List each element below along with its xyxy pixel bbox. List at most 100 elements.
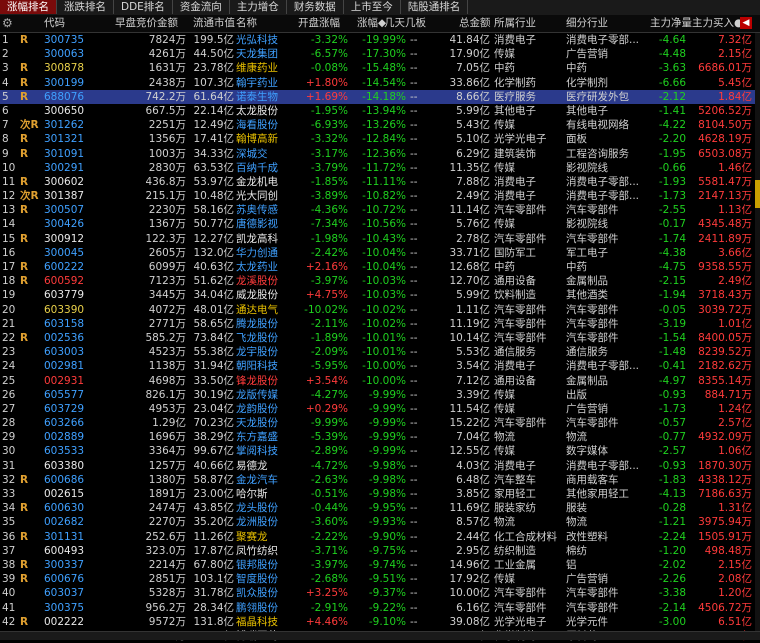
tab-3[interactable]: 资金流向 bbox=[173, 0, 230, 14]
table-row[interactable]: 10 300291 2830万 63.53亿 百纳千成 -3.79% -11.72% -- 11… bbox=[0, 161, 760, 175]
table-row[interactable]: 41 300375 956.2万 28.34亿 鹏翎股份 -2.91% -9.22% -- 6.… bbox=[0, 601, 760, 615]
scrollbar[interactable] bbox=[755, 33, 760, 631]
table-row[interactable]: 28 603266 1.29亿 70.23亿 天龙股份 -9.99% -9.99% -- 15.… bbox=[0, 416, 760, 430]
table-row[interactable]: 33 002615 1891万 23.00亿 哈尔斯 -0.51% -9.98% -- 3.85… bbox=[0, 487, 760, 501]
row-mcap: 23.00亿 bbox=[193, 488, 234, 500]
table-row[interactable]: 32 R 600686 1380万 58.87亿 金龙汽车 -2.63% -9.98% -- 6.… bbox=[0, 473, 760, 487]
table-row[interactable]: 1 R 300735 7824万 199.5亿 光弘科技 -3.32% -19.99% -- 41… bbox=[0, 33, 760, 47]
row-net: -2.26 bbox=[658, 573, 686, 586]
table-row[interactable]: 6 300650 667.5万 22.14亿 太龙股份 -1.95% -13.94% -- 5.… bbox=[0, 104, 760, 118]
table-row[interactable]: 5 R 688076 742.2万 61.64亿 诺泰生物 +1.69% -14.18% -- 8… bbox=[0, 89, 760, 104]
tab-5[interactable]: 财务数据 bbox=[287, 0, 344, 14]
row-tag: R bbox=[20, 473, 29, 486]
row-total: 11.69亿 bbox=[449, 502, 490, 515]
tab-1[interactable]: 涨跌排名 bbox=[57, 0, 114, 14]
table-row[interactable]: 38 R 300337 2214万 67.80亿 银邦股份 -3.97% -9.74% -- 14… bbox=[0, 558, 760, 572]
row-name: 智度股份 bbox=[236, 573, 278, 586]
table-row[interactable]: 21 603158 2771万 58.65亿 腾龙股份 -2.11% -10.02% -- 11… bbox=[0, 317, 760, 331]
row-buy: 8239.52万 bbox=[698, 346, 752, 359]
table-row[interactable]: 40 603037 5328万 31.78亿 凯众股份 +3.25% -9.37% -- 10.… bbox=[0, 586, 760, 600]
row-name: 聚赛龙 bbox=[236, 530, 268, 543]
table-row[interactable]: 30 603533 3364万 99.67亿 掌阅科技 -2.89% -9.99% -- 12.… bbox=[0, 444, 760, 458]
row-net: -2.12 bbox=[658, 90, 686, 103]
col-name[interactable]: 名称 bbox=[236, 15, 257, 32]
tab-4[interactable]: 主力增仓 bbox=[230, 0, 287, 14]
table-row[interactable]: 18 R 600592 7123万 51.62亿 龙溪股份 -3.97% -10.03% -- 1… bbox=[0, 274, 760, 288]
table-row[interactable]: 4 R 300199 2438万 107.3亿 翰宇药业 +1.80% -14.54% -- 33… bbox=[0, 76, 760, 90]
table-row[interactable]: 23 603003 4523万 55.38亿 龙宇股份 -2.09% -10.01% -- 5.… bbox=[0, 345, 760, 359]
row-ban: -- bbox=[410, 161, 418, 174]
row-total: 5.76亿 bbox=[456, 218, 490, 231]
tab-7[interactable]: 陆股通排名 bbox=[401, 0, 469, 14]
tab-2[interactable]: DDE排名 bbox=[114, 0, 173, 14]
table-row[interactable]: 25 002931 4698万 33.50亿 锋龙股份 +3.54% -10.00% -- 7.… bbox=[0, 374, 760, 388]
table-row[interactable]: 36 R 301131 252.6万 11.26亿 聚赛龙 -2.22% -9.90% -- 2.… bbox=[0, 530, 760, 544]
col-sub[interactable]: 细分行业 bbox=[566, 15, 608, 32]
table-row[interactable]: 39 R 600676 2851万 103.1亿 智度股份 -2.68% -9.51% -- 17… bbox=[0, 572, 760, 586]
row-total: 8.57亿 bbox=[456, 516, 490, 529]
row-chg: -10.00% bbox=[362, 360, 406, 373]
row-buy: 4932.09万 bbox=[698, 431, 752, 444]
row-ban: -- bbox=[410, 175, 418, 188]
table-row[interactable]: 20 603390 4072万 48.01亿 通达电气 -10.02% -10.02% -- 1… bbox=[0, 303, 760, 317]
table-row[interactable]: 31 603380 1257万 40.66亿 易德龙 -4.72% -9.98% -- 4.03… bbox=[0, 459, 760, 473]
table-row[interactable]: 11 R 300602 436.8万 53.97亿 金龙机电 -1.85% -11.11% --… bbox=[0, 175, 760, 189]
table-row[interactable]: 12 次R 301387 215.1万 10.48亿 光大同创 -3.89% -10.82% -… bbox=[0, 189, 760, 203]
row-float-val: 956.2万 bbox=[145, 601, 186, 614]
row-code: 603729 bbox=[44, 402, 85, 415]
table-row[interactable]: 42 R 002222 9572万 131.8亿 福晶科技 +4.46% -9.10% -- 39… bbox=[0, 615, 760, 629]
row-industry: 汽车零部件 bbox=[494, 587, 547, 600]
sort-indicator-icon[interactable]: ◀ bbox=[740, 17, 752, 29]
table-row[interactable]: 8 R 301321 1356万 17.41亿 翰博高新 -3.32% -12.84% -- 5.… bbox=[0, 132, 760, 146]
table-row[interactable]: 7 次R 301262 2251万 12.49亿 海看股份 -6.93% -13.26% -- 5… bbox=[0, 118, 760, 132]
table-row[interactable]: 14 300426 1367万 50.77亿 唐德影视 -7.34% -10.56% -- 5.… bbox=[0, 217, 760, 231]
row-tag: R bbox=[20, 62, 29, 75]
row-industry: 国防军工 bbox=[494, 246, 536, 259]
row-chg: -9.99% bbox=[368, 402, 406, 415]
table-row[interactable]: 24 002981 1138万 31.94亿 朝阳科技 -5.95% -10.00% -- 3.… bbox=[0, 359, 760, 373]
col-total[interactable]: 总金额 bbox=[459, 15, 491, 32]
scrollbar-thumb[interactable] bbox=[755, 180, 760, 208]
table-row[interactable]: 2 300063 4261万 44.50亿 天龙集团 -6.57% -17.30% -- 17.… bbox=[0, 47, 760, 61]
table-row[interactable]: 16 300045 2605万 132.0亿 华力创通 -2.42% -10.04% -- 33… bbox=[0, 246, 760, 260]
col-mcap[interactable]: 流通市值 bbox=[193, 15, 235, 32]
row-industry: 其他电子 bbox=[494, 104, 536, 117]
col-ind[interactable]: 所属行业 bbox=[494, 15, 536, 32]
tab-6[interactable]: 上市至今 bbox=[344, 0, 401, 14]
col-ban[interactable]: 几天几板 bbox=[384, 15, 426, 32]
row-name: 掌阅科技 bbox=[236, 445, 278, 458]
row-index: 18 bbox=[2, 275, 16, 288]
col-buy[interactable]: 主力买入● bbox=[692, 15, 743, 32]
table-row[interactable]: 27 603729 4953万 23.04亿 龙韵股份 +0.29% -9.99% -- 11.… bbox=[0, 402, 760, 416]
col-open[interactable]: 开盘涨幅 bbox=[298, 15, 340, 32]
row-tag: R bbox=[20, 147, 29, 160]
table-row[interactable]: 17 R 600222 6099万 40.63亿 太龙药业 +2.16% -10.04% -- 1… bbox=[0, 260, 760, 274]
table-row[interactable]: 29 002889 1696万 38.29亿 东方嘉盛 -5.39% -9.99% -- 7.0… bbox=[0, 430, 760, 444]
table-row[interactable]: 37 600493 323.0万 17.87亿 凤竹纺织 -3.71% -9.75% -- 2.… bbox=[0, 544, 760, 558]
col-net[interactable]: 主力净量 bbox=[650, 15, 692, 32]
row-total: 5.99亿 bbox=[456, 104, 490, 117]
row-float-val: 7824万 bbox=[148, 34, 186, 46]
row-mcap: 23.78亿 bbox=[193, 62, 234, 75]
table-row[interactable]: 19 603779 3445万 34.04亿 威龙股份 +4.75% -10.03% -- 5.… bbox=[0, 288, 760, 302]
table-row[interactable]: 3 R 300878 1631万 23.78亿 维康药业 -0.08% -15.48% -- 7.… bbox=[0, 61, 760, 75]
row-code: 605577 bbox=[44, 388, 85, 401]
row-name: 锋龙股份 bbox=[236, 374, 278, 387]
row-open: -4.36% bbox=[310, 204, 348, 217]
row-chg: -9.37% bbox=[368, 587, 406, 600]
table-row[interactable]: 34 R 600630 2474万 43.85亿 龙头股份 -0.44% -9.95% -- 11… bbox=[0, 501, 760, 515]
row-ban: -- bbox=[410, 232, 418, 245]
table-row[interactable]: 22 R 002536 585.2万 73.84亿 飞龙股份 -1.89% -10.01% --… bbox=[0, 331, 760, 345]
row-name: 海看股份 bbox=[236, 119, 278, 132]
row-net: -0.41 bbox=[658, 360, 686, 373]
col-code[interactable]: 代码 bbox=[44, 15, 65, 32]
table-row[interactable]: 15 R 300912 122.3万 12.27亿 凯龙高科 -1.98% -10.43% --… bbox=[0, 232, 760, 246]
table-row[interactable]: 13 R 300507 2230万 58.16亿 苏奥传感 -4.36% -10.72% -- 1… bbox=[0, 203, 760, 217]
table-row[interactable]: 9 R 301091 1003万 34.33亿 深城交 -3.17% -12.36% -- 6.2… bbox=[0, 147, 760, 161]
table-row[interactable]: 26 605577 826.1万 30.19亿 龙版传媒 -4.27% -9.99% -- 3.… bbox=[0, 388, 760, 402]
tab-0[interactable]: 涨幅排名 bbox=[0, 0, 57, 14]
col-chg[interactable]: 涨幅◆ bbox=[357, 15, 386, 32]
col-float-val[interactable]: 早盘竞价金额 bbox=[115, 15, 178, 32]
table-row[interactable]: 35 002682 2270万 35.20亿 龙洲股份 -3.60% -9.93% -- 8.5… bbox=[0, 515, 760, 529]
gear-icon[interactable]: ⚙ bbox=[2, 16, 16, 30]
